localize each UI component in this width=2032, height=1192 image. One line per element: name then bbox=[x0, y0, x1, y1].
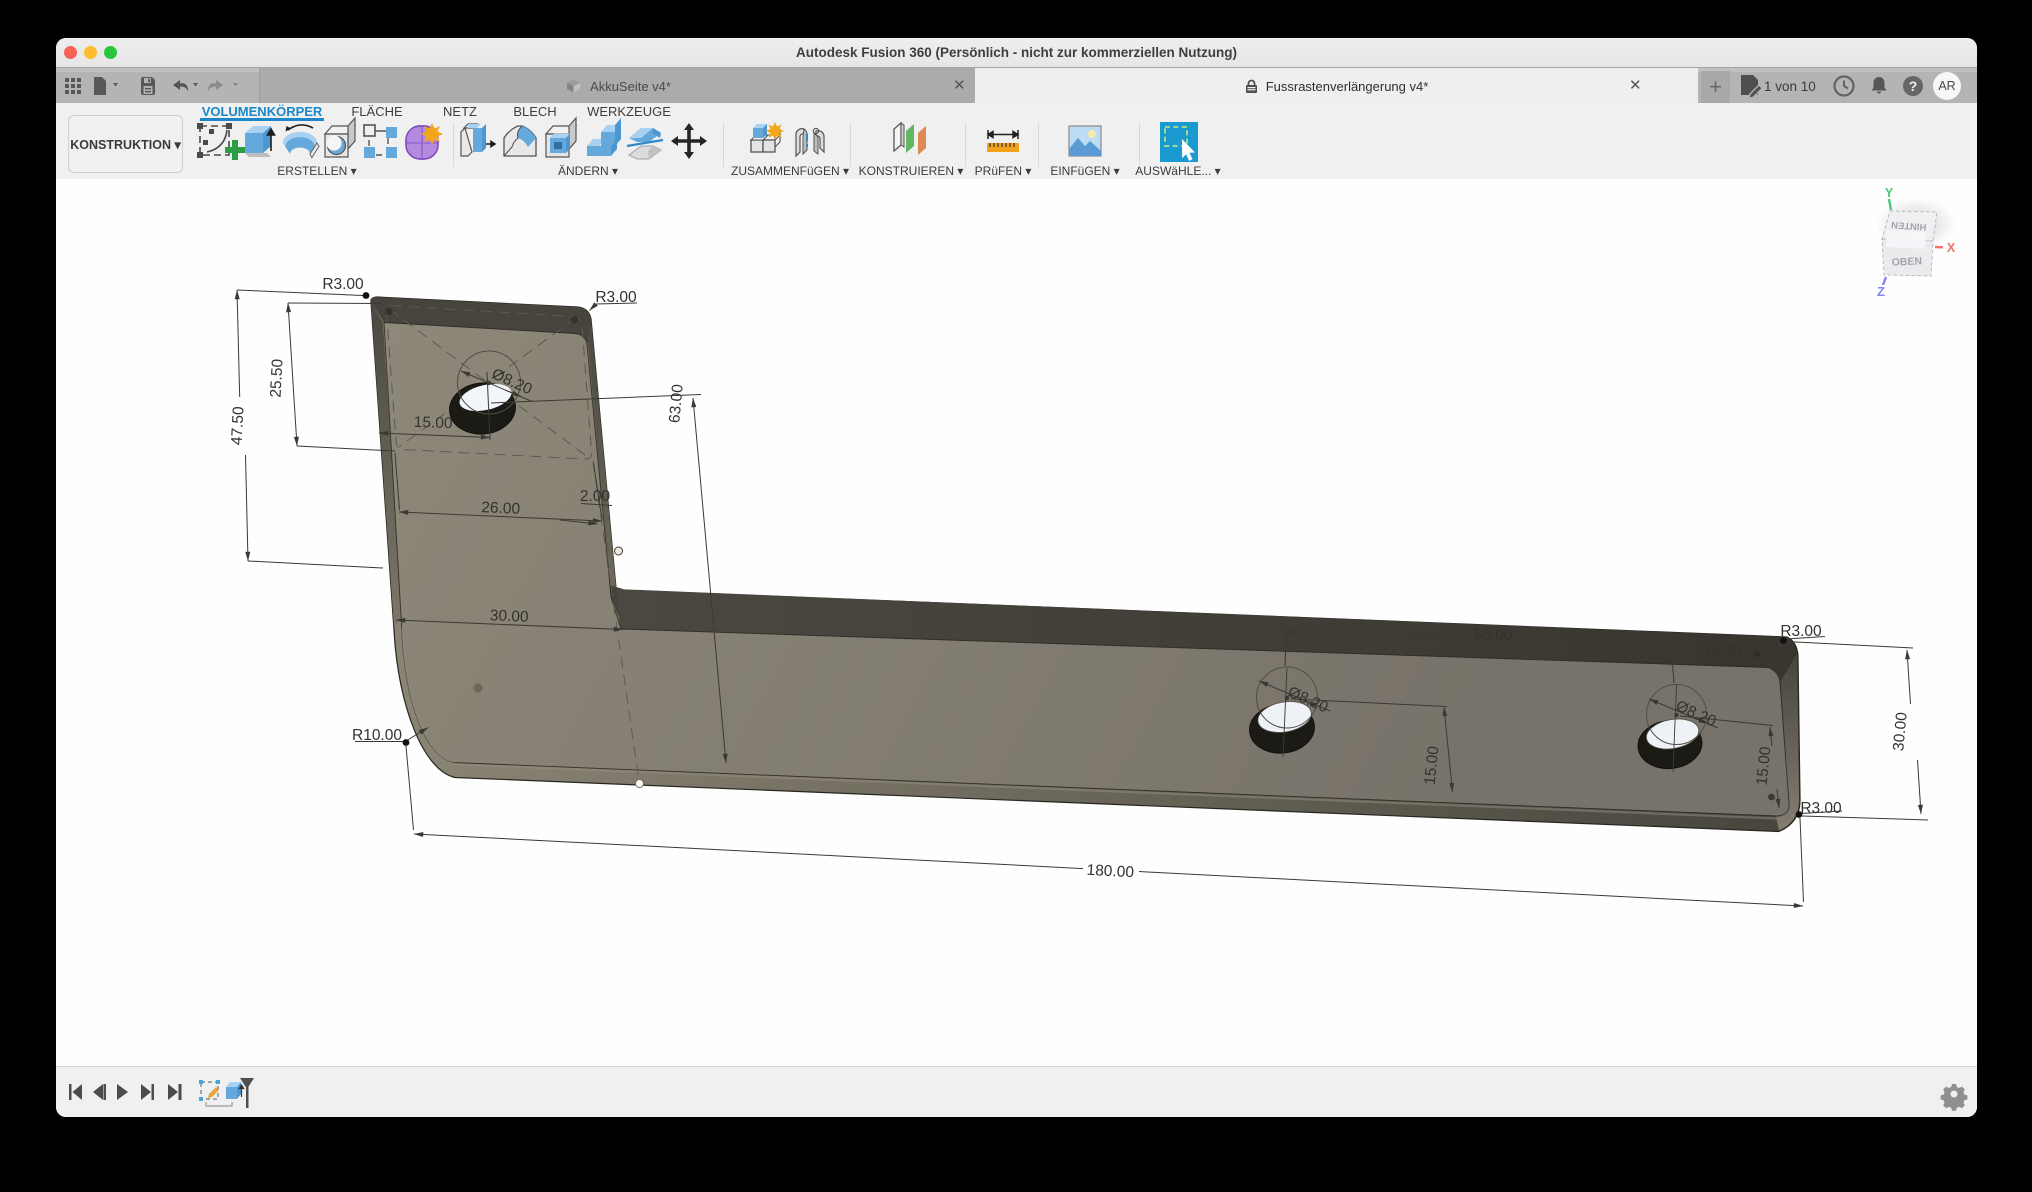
svg-text:?: ? bbox=[1909, 78, 1918, 94]
svg-text:Z: Z bbox=[1877, 284, 1885, 299]
svg-text:2.00: 2.00 bbox=[580, 488, 611, 505]
svg-text:X: X bbox=[1947, 241, 1956, 255]
svg-text:30.00: 30.00 bbox=[489, 607, 529, 626]
svg-text:47.50: 47.50 bbox=[229, 406, 248, 446]
svg-text:R3.00: R3.00 bbox=[1800, 800, 1842, 817]
svg-text:15.00: 15.00 bbox=[1702, 641, 1742, 659]
svg-text:R3.00: R3.00 bbox=[322, 276, 364, 293]
svg-text:26.00: 26.00 bbox=[481, 499, 521, 518]
svg-text:180.00: 180.00 bbox=[1086, 862, 1135, 881]
svg-text:25.50: 25.50 bbox=[268, 358, 287, 398]
svg-text:63.00: 63.00 bbox=[666, 383, 686, 424]
svg-text:R3.00: R3.00 bbox=[595, 289, 637, 306]
svg-text:30.00: 30.00 bbox=[1890, 711, 1910, 752]
svg-text:R3.00: R3.00 bbox=[1780, 623, 1822, 640]
svg-text:Y: Y bbox=[1885, 186, 1894, 200]
svg-text:50.00: 50.00 bbox=[1473, 626, 1513, 644]
svg-text:OBEN: OBEN bbox=[1891, 255, 1922, 269]
svg-text:R10.00: R10.00 bbox=[352, 727, 402, 744]
svg-text:15.00: 15.00 bbox=[413, 414, 453, 432]
